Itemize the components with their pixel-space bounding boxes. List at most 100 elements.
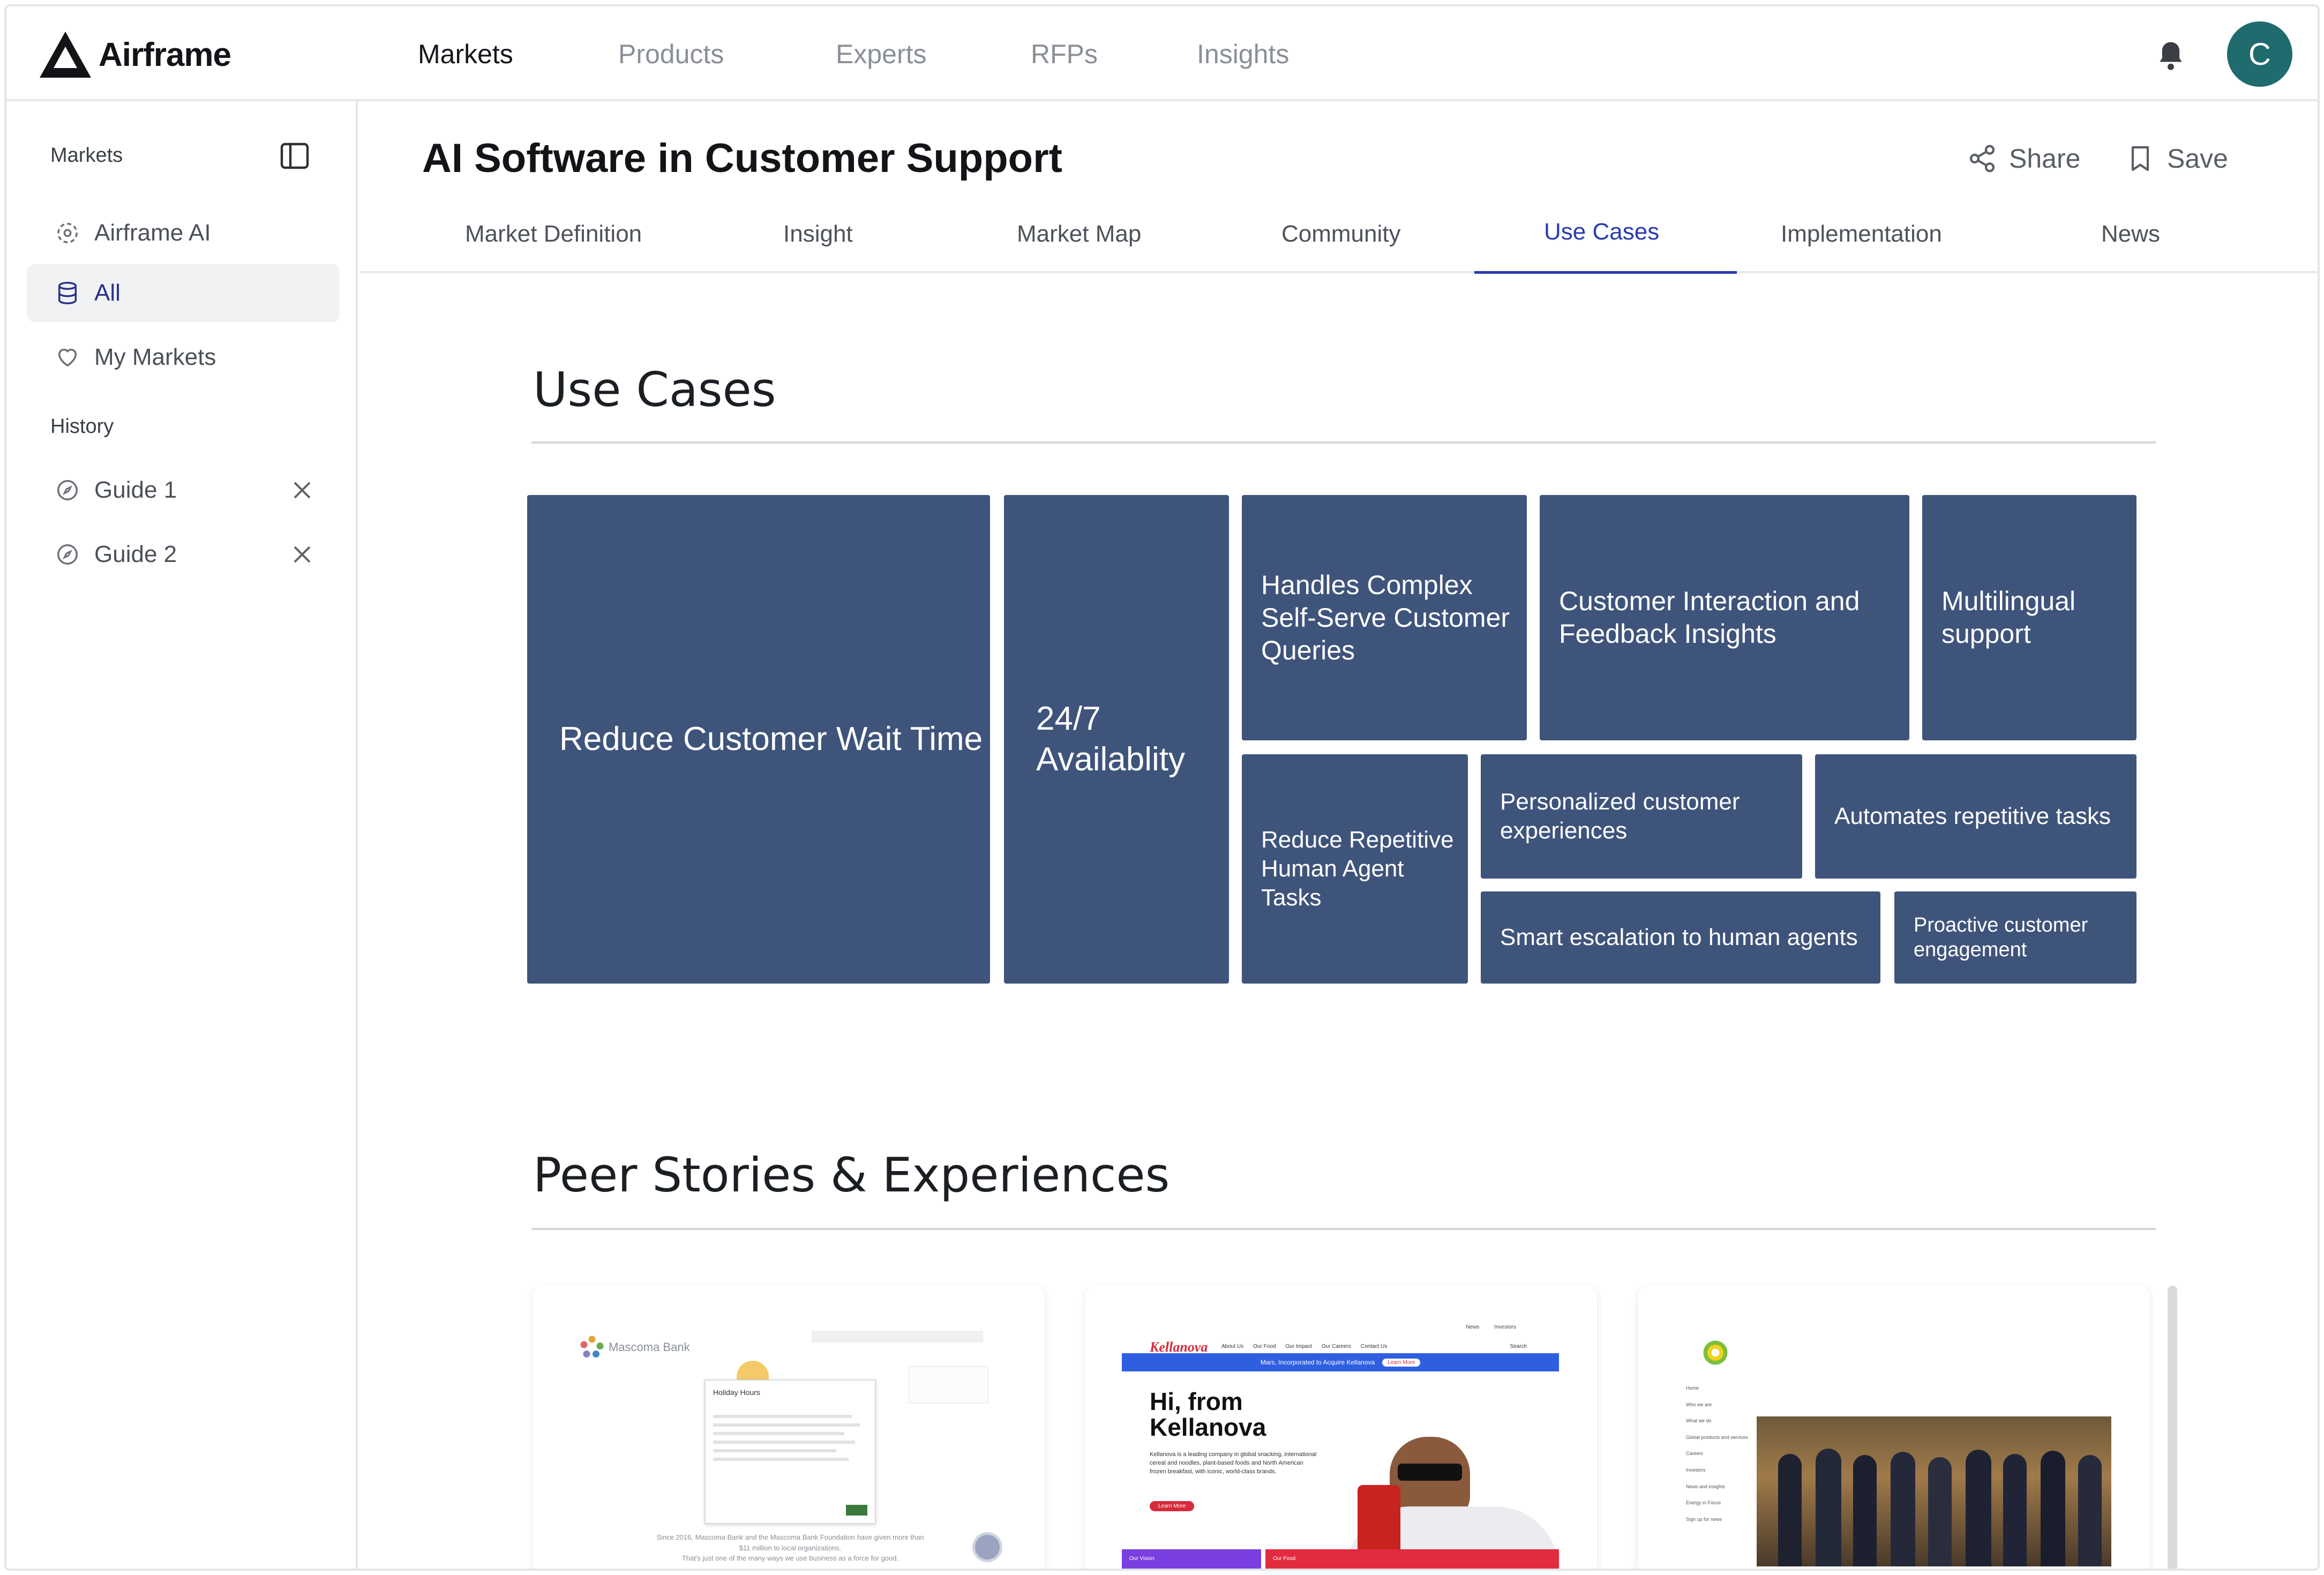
- sidebar-item-label: Airframe AI: [94, 220, 211, 246]
- sidebar: Markets Airframe AI All My Markets Histo…: [6, 101, 358, 1569]
- snack-can: [1358, 1485, 1400, 1555]
- bp-menu-item: Who we are: [1686, 1401, 1712, 1407]
- peer-story-card-bp[interactable]: Home Who we are What we do Global produc…: [1638, 1286, 2149, 1569]
- use-case-tile[interactable]: Smart escalation to human agents: [1481, 891, 1880, 984]
- history-item-guide-1[interactable]: Guide 1: [27, 461, 340, 519]
- sidebar-item-label: My Markets: [94, 344, 216, 370]
- heart-icon: [55, 344, 80, 370]
- sidebar-toggle-icon[interactable]: [280, 142, 310, 170]
- mascoma-footer: Since 2016, Mascoma Bank and the Mascoma…: [656, 1532, 924, 1564]
- use-case-label: Customer Interaction and Feedback Insigh…: [1559, 586, 1860, 649]
- nav-markets[interactable]: Markets: [418, 39, 513, 70]
- mascoma-logo-icon: [580, 1336, 604, 1358]
- sidebar-item-my-markets[interactable]: My Markets: [27, 328, 340, 386]
- use-case-tile[interactable]: Customer Interaction and Feedback Insigh…: [1540, 495, 1909, 740]
- kellanova-nav-item: Our Impact: [1285, 1344, 1312, 1349]
- kellanova-link-news: News: [1466, 1324, 1480, 1330]
- use-case-label: 24/7 Availablity: [1036, 700, 1186, 778]
- compass-icon: [55, 542, 80, 567]
- kellanova-site: News Investors Kellanova About Us Our Fo…: [1122, 1324, 1559, 1569]
- share-button[interactable]: Share: [1967, 143, 2080, 174]
- app-name: Airframe: [99, 36, 231, 73]
- use-case-tile[interactable]: 24/7 Availablity: [1004, 495, 1229, 984]
- page-title: AI Software in Customer Support: [422, 136, 1062, 181]
- nav-insights[interactable]: Insights: [1197, 39, 1289, 70]
- kellanova-link-investors: Investors: [1494, 1324, 1516, 1330]
- page-tabs: Market Definition Insight Market Map Com…: [360, 205, 2318, 273]
- tab-market-map[interactable]: Market Map: [1017, 221, 1141, 248]
- tab-implementation[interactable]: Implementation: [1781, 221, 1942, 248]
- use-case-label: Reduce Customer Wait Time: [559, 721, 983, 758]
- use-case-tile[interactable]: Proactive customer engagement: [1894, 891, 2136, 984]
- top-navigation-bar: Airframe Markets Products Experts RFPs I…: [6, 6, 2318, 101]
- use-case-tile[interactable]: Automates repetitive tasks: [1815, 754, 2136, 879]
- bp-menu-item: Sign up for news: [1686, 1516, 1722, 1522]
- kellanova-tile-label: Our Vision: [1129, 1556, 1154, 1562]
- sidebar-item-airframe-ai[interactable]: Airframe AI: [27, 204, 340, 262]
- use-case-label: Personalized customer experiences: [1500, 789, 1740, 844]
- kellanova-tile-label: Our Food: [1273, 1556, 1296, 1562]
- bp-menu-item: Careers: [1686, 1451, 1704, 1457]
- tab-news[interactable]: News: [2101, 221, 2160, 248]
- peer-stories-heading: Peer Stories & Experiences: [533, 1148, 1170, 1203]
- mascoma-brand: Mascoma Bank: [609, 1340, 690, 1354]
- peer-story-card-mascoma[interactable]: Mascoma Bank Holiday Hours Since 2016, M…: [533, 1286, 1045, 1569]
- nav-experts[interactable]: Experts: [836, 39, 927, 70]
- use-case-label: Smart escalation to human agents: [1500, 924, 1858, 951]
- kellanova-tile-purple: Our Vision: [1122, 1549, 1261, 1569]
- bell-icon[interactable]: [2156, 40, 2186, 72]
- tab-market-definition[interactable]: Market Definition: [465, 221, 642, 248]
- site-toolbar: [812, 1331, 983, 1342]
- use-case-label: Multilingual support: [1941, 586, 2076, 649]
- use-case-label: Proactive customer engagement: [1914, 913, 2088, 961]
- kellanova-search: Search: [1510, 1344, 1527, 1349]
- bp-menu-item: News and insights: [1686, 1483, 1726, 1489]
- mascoma-footer-text-2: That's just one of the many ways we use …: [681, 1554, 899, 1562]
- sidebar-item-label: All: [94, 280, 121, 306]
- use-case-tile[interactable]: Handles Complex Self-Serve Customer Quer…: [1242, 495, 1527, 740]
- close-icon[interactable]: [291, 544, 313, 565]
- tab-use-cases[interactable]: Use Cases: [1544, 219, 1659, 245]
- database-icon: [55, 280, 80, 306]
- nav-products[interactable]: Products: [618, 39, 724, 70]
- kellanova-cta: Learn More: [1150, 1501, 1195, 1511]
- airframe-logo[interactable]: Airframe: [39, 28, 231, 81]
- mascoma-footer-text: Since 2016, Mascoma Bank and the Mascoma…: [656, 1533, 924, 1552]
- kellanova-body: Kellanova is a leading company in global…: [1150, 1451, 1317, 1475]
- login-box: [908, 1366, 988, 1404]
- save-button[interactable]: Save: [2125, 143, 2228, 174]
- sidebar-heading-markets: Markets: [50, 144, 123, 167]
- share-label: Share: [2009, 144, 2081, 174]
- holiday-hours-popup: Holiday Hours: [704, 1379, 876, 1524]
- close-icon[interactable]: [291, 479, 313, 501]
- use-cases-heading: Use Cases: [533, 362, 776, 417]
- use-case-tile[interactable]: Personalized customer experiences: [1481, 754, 1802, 879]
- nav-rfps[interactable]: RFPs: [1031, 39, 1098, 70]
- use-case-label: Automates repetitive tasks: [1834, 803, 2111, 830]
- bp-group-photo: [1757, 1416, 2111, 1566]
- sidebar-item-all[interactable]: All: [27, 264, 340, 322]
- popup-title: Holiday Hours: [713, 1388, 760, 1397]
- user-avatar[interactable]: C: [2227, 21, 2292, 87]
- tab-insight[interactable]: Insight: [783, 221, 853, 248]
- history-item-guide-2[interactable]: Guide 2: [27, 526, 340, 583]
- use-case-tile[interactable]: Reduce Customer Wait Time: [527, 495, 990, 984]
- mascoma-logo: Mascoma Bank: [579, 1334, 690, 1361]
- app-window: Airframe Markets Products Experts RFPs I…: [4, 4, 2320, 1571]
- bp-menu-item: Home: [1686, 1385, 1699, 1391]
- kellanova-nav-item: Our Careers: [1321, 1344, 1351, 1349]
- ai-sparkle-icon: [55, 220, 80, 246]
- use-case-tile[interactable]: Multilingual support: [1922, 495, 2136, 740]
- scrollbar[interactable]: [2168, 1286, 2177, 1569]
- peer-story-card-kellanova[interactable]: News Investors Kellanova About Us Our Fo…: [1085, 1286, 1597, 1569]
- share-icon: [1969, 145, 1995, 172]
- kellanova-nav-item: Contact Us: [1360, 1344, 1388, 1349]
- kellanova-banner-text: Mars, Incorporated to Acquire Kellanova: [1260, 1359, 1375, 1366]
- kellanova-tile-red: Our Food: [1265, 1549, 1559, 1569]
- airframe-logo-icon: [40, 32, 91, 78]
- save-label: Save: [2167, 144, 2228, 174]
- kellanova-headline: Hi, from Kellanova: [1150, 1388, 1266, 1442]
- active-tab-indicator: [1474, 271, 1737, 274]
- tab-community[interactable]: Community: [1281, 221, 1401, 248]
- use-case-tile[interactable]: Reduce Repetitive Human Agent Tasks: [1242, 754, 1468, 984]
